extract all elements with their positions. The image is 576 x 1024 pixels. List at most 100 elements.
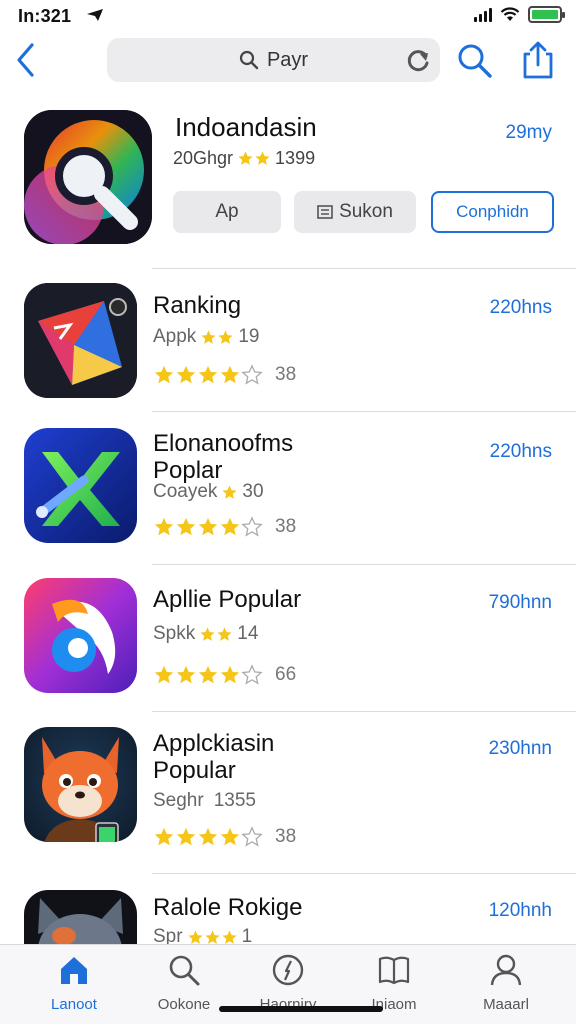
list-item-title: Apllie Popular xyxy=(153,586,302,613)
star-icon xyxy=(176,665,196,684)
list-item-rating: 66 xyxy=(153,664,296,686)
download-button-label: Conphidn xyxy=(456,202,529,221)
list-item-subtitle: Coayek 30 xyxy=(153,481,264,502)
location-arrow-icon xyxy=(87,9,103,21)
app-button-label: Ap xyxy=(215,201,239,222)
list-item-rating: 38 xyxy=(153,364,296,386)
featured-app-title: Indoandasin xyxy=(175,112,317,142)
featured-app-meta-count: 1399 xyxy=(275,148,316,168)
list-item-subtitle: Seghr 1355 xyxy=(153,790,256,811)
list-item-title: Ralole Rokige xyxy=(153,894,303,921)
star-icon xyxy=(176,517,196,536)
star-icon xyxy=(238,151,253,165)
divider xyxy=(152,873,576,874)
tab-label: Lanoot xyxy=(51,996,97,1013)
subtitle-stars xyxy=(187,929,238,945)
home-indicator[interactable] xyxy=(219,1006,383,1012)
rating-count: 38 xyxy=(275,516,297,537)
list-item-size: 220hns xyxy=(489,297,552,318)
featured-rating-stars xyxy=(237,150,271,167)
star-icon xyxy=(220,827,240,846)
divider xyxy=(152,564,576,565)
list-item-size: 230hnn xyxy=(488,738,552,759)
list-box-icon xyxy=(317,205,333,219)
navigation-bar: Payr xyxy=(0,34,576,94)
search-field[interactable]: Payr xyxy=(107,38,440,82)
x-shape-icon[interactable] xyxy=(24,428,137,543)
app-button[interactable]: Ap xyxy=(173,191,281,233)
cat-character-icon[interactable] xyxy=(24,890,137,944)
tab-label: Maaarl xyxy=(483,996,529,1013)
list-item-rating: 38 xyxy=(153,826,296,848)
search-icon xyxy=(239,50,259,70)
search-field-text: Payr xyxy=(266,48,309,71)
star-icon xyxy=(176,365,196,384)
star-icon xyxy=(217,626,232,641)
fox-character-icon[interactable] xyxy=(24,727,137,842)
star-icon xyxy=(220,665,240,684)
kite-icon[interactable] xyxy=(24,283,137,398)
rating-count: 38 xyxy=(275,364,297,385)
chevron-left-icon xyxy=(17,43,34,77)
list-item[interactable]: Elonanoofms Poplar Coayek 30 38 220hns xyxy=(0,418,576,558)
list-item-size: 220hns xyxy=(489,441,552,462)
star-icon xyxy=(198,665,218,684)
star-icon xyxy=(176,827,196,846)
compass-icon xyxy=(272,954,304,986)
tab-lanoot[interactable]: Lanoot xyxy=(24,953,124,1021)
star-icon xyxy=(154,665,174,684)
list-item-title: Applckiasin Popular xyxy=(153,730,275,784)
rating-stars xyxy=(153,826,263,848)
featured-app-card[interactable]: Indoandasin 20Ghgr 1399 29my Ap Sukon Co… xyxy=(0,100,576,260)
star-icon xyxy=(218,329,233,344)
list-item[interactable]: Ranking Appk 19 38 220hns xyxy=(0,272,576,412)
star-outline-icon xyxy=(241,516,263,537)
list-item[interactable]: Ralole Rokige Spr 1 120hnh xyxy=(0,880,576,944)
star-icon xyxy=(154,365,174,384)
sukon-button[interactable]: Sukon xyxy=(294,191,416,233)
star-icon xyxy=(220,517,240,536)
list-item-title: Elonanoofms Poplar xyxy=(153,430,294,484)
star-icon xyxy=(198,365,218,384)
search-icon xyxy=(169,955,200,986)
rating-stars xyxy=(153,364,263,386)
person-icon xyxy=(490,954,522,986)
list-item[interactable]: Applckiasin Popular Seghr 1355 38 230hnn xyxy=(0,718,576,858)
rating-stars xyxy=(153,664,263,686)
battery-icon xyxy=(528,6,565,23)
subtitle-stars xyxy=(200,329,234,346)
download-button[interactable]: Conphidn xyxy=(431,191,554,233)
star-outline-icon xyxy=(241,364,263,385)
featured-app-size: 29my xyxy=(505,122,552,143)
share-button[interactable] xyxy=(520,40,556,80)
rating-stars xyxy=(153,516,263,538)
featured-app-meta: 20Ghgr 1399 xyxy=(173,148,315,169)
refresh-icon[interactable] xyxy=(406,48,432,74)
list-item[interactable]: Apllie Popular Spkk 14 66 790hnn xyxy=(0,570,576,710)
star-icon xyxy=(221,929,237,944)
swirl-icon[interactable] xyxy=(24,578,137,693)
home-icon xyxy=(61,957,87,984)
back-button[interactable] xyxy=(8,40,42,80)
search-button[interactable] xyxy=(456,42,494,80)
sukon-button-label: Sukon xyxy=(339,201,393,222)
rating-count: 38 xyxy=(275,826,297,847)
star-icon xyxy=(255,151,270,165)
tab-label: Ookone xyxy=(157,996,211,1013)
star-icon xyxy=(222,484,238,499)
list-item-rating: 38 xyxy=(153,516,296,538)
star-outline-icon xyxy=(241,826,263,847)
rating-count: 66 xyxy=(275,664,297,685)
list-item-size: 790hnn xyxy=(488,592,552,613)
magnifier-app-icon[interactable] xyxy=(24,110,152,244)
list-item-subtitle: Appk 19 xyxy=(153,326,260,347)
tab-maaarl[interactable]: Maaarl xyxy=(456,953,556,1021)
star-icon xyxy=(220,365,240,384)
star-icon xyxy=(187,929,203,944)
star-outline-icon xyxy=(241,664,263,685)
divider xyxy=(152,268,576,269)
book-icon xyxy=(378,956,410,985)
star-icon xyxy=(198,517,218,536)
star-icon xyxy=(204,929,220,944)
star-icon xyxy=(154,827,174,846)
